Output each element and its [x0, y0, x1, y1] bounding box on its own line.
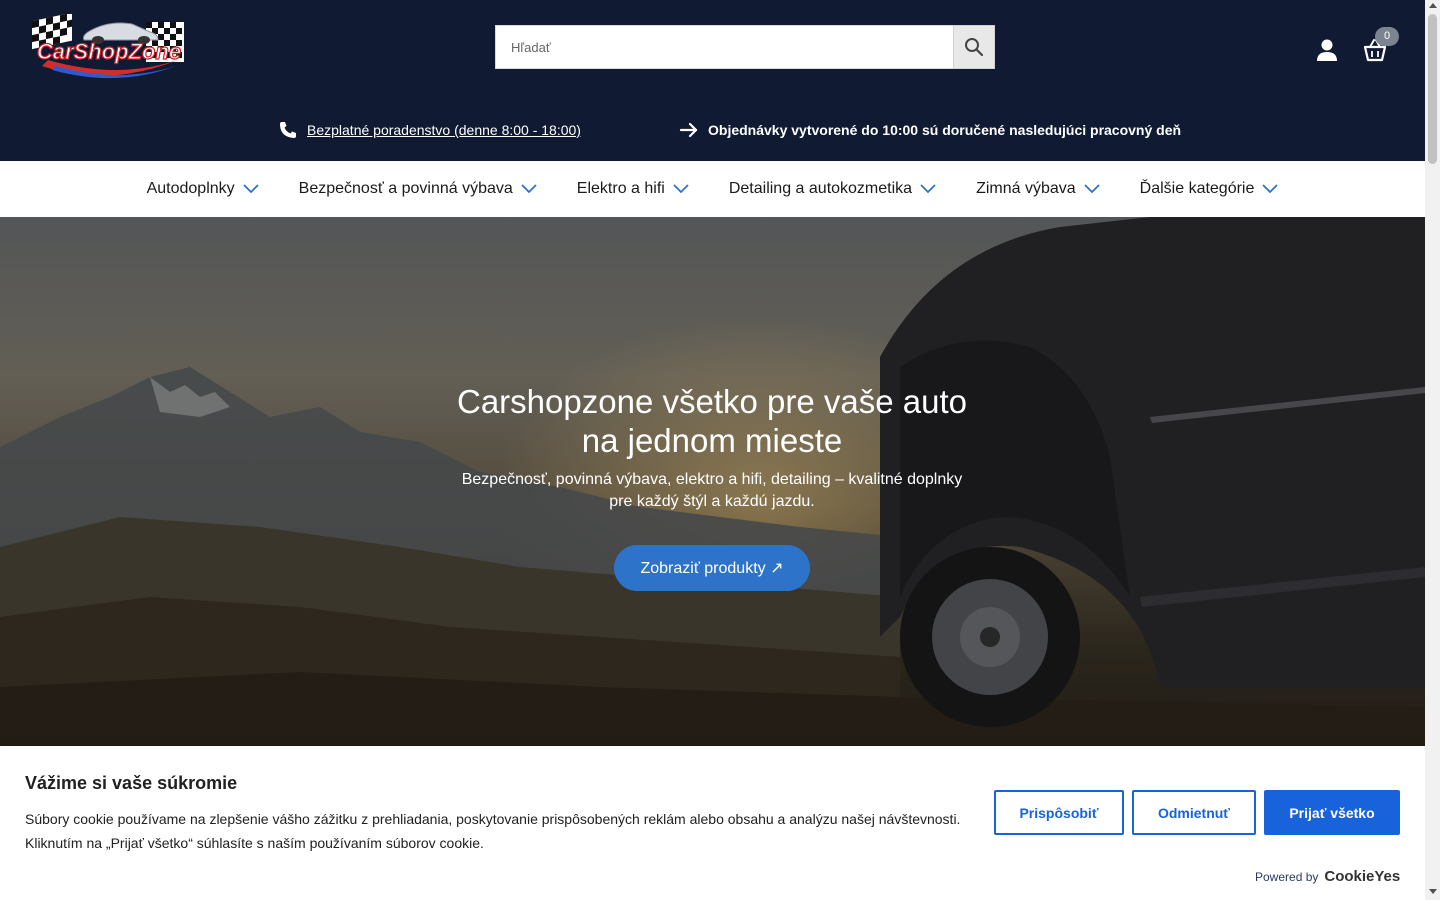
cookie-description: Súbory cookie používame na zlepšenie váš…	[25, 807, 975, 855]
chevron-down-icon	[1262, 184, 1279, 194]
main-nav: Autodoplnky Bezpečnosť a povinná výbava …	[0, 161, 1425, 217]
hero-subtitle: Bezpečnosť, povinná výbava, elektro a hi…	[452, 469, 972, 513]
hero-title-line: Carshopzone všetko pre vaše auto	[457, 383, 967, 420]
nav-item-zimna[interactable]: Zimná výbava	[976, 180, 1100, 198]
hero-banner: Carshopzone všetko pre vaše auto na jedn…	[0, 217, 1425, 746]
nav-item-label: Detailing a autokozmetika	[728, 180, 913, 197]
nav-item-autodoplnky[interactable]: Autodoplnky	[147, 180, 259, 198]
chevron-down-icon	[920, 184, 936, 194]
nav-item-label: Ďalšie kategórie	[1139, 180, 1255, 197]
logo[interactable]: CarShopZone	[28, 12, 190, 86]
nav-item-detailing[interactable]: Detailing a autokozmetika	[729, 180, 936, 198]
advice-info: Bezplatné poradenstvo (denne 8:00 - 18:0…	[277, 118, 581, 142]
nav-item-label: Elektro a hifi	[576, 180, 665, 197]
powered-by: Powered by CookieYes	[1255, 868, 1400, 885]
hero-title: Carshopzone všetko pre vaše auto na jedn…	[412, 382, 1012, 460]
scroll-up-arrow-icon[interactable]	[1428, 3, 1437, 8]
nav-item-bezpecnost[interactable]: Bezpečnosť a povinná výbava	[299, 180, 537, 198]
hero-subtitle-line: Bezpečnosť, povinná výbava, elektro a hi…	[461, 471, 963, 488]
advice-link[interactable]: Bezplatné poradenstvo (denne 8:00 - 18:0…	[307, 122, 581, 138]
scroll-down-arrow-icon[interactable]	[1428, 889, 1437, 894]
account-button[interactable]	[1313, 36, 1341, 64]
cookie-text-line: Súbory cookie používame na zlepšenie váš…	[25, 811, 961, 827]
user-icon	[1317, 39, 1337, 61]
cart-count-badge: 0	[1375, 27, 1399, 46]
logo-graphic: CarShopZone	[32, 12, 184, 79]
cookie-consent-banner: Vážime si vaše súkromie Súbory cookie po…	[0, 746, 1425, 900]
reject-button[interactable]: Odmietnuť	[1132, 790, 1256, 835]
show-products-button[interactable]: Zobraziť produkty ↗	[614, 545, 810, 591]
phone-icon	[277, 119, 299, 141]
search-button[interactable]	[953, 25, 995, 69]
search-bar	[495, 25, 995, 69]
arrow-right-icon	[678, 119, 700, 141]
hero-title-line: na jednom mieste	[581, 422, 843, 459]
accept-all-button[interactable]: Prijať všetko	[1264, 790, 1400, 835]
chevron-down-icon	[243, 184, 259, 194]
powered-by-label: Powered by	[1255, 869, 1319, 884]
site-header: CarShopZone 0 Bezpla	[0, 0, 1425, 161]
scrollbar-thumb[interactable]	[1428, 14, 1437, 164]
customize-button[interactable]: Prispôsobiť	[994, 790, 1124, 835]
page-scrollbar[interactable]	[1425, 0, 1440, 900]
nav-item-label: Autodoplnky	[146, 180, 235, 197]
cookie-title: Vážime si vaše súkromie	[25, 773, 238, 793]
search-icon	[965, 38, 984, 57]
logo-text: CarShopZone	[37, 39, 181, 64]
chevron-down-icon	[521, 184, 537, 194]
nav-item-label: Bezpečnosť a povinná výbava	[298, 180, 513, 197]
delivery-info: Objednávky vytvorené do 10:00 sú doručen…	[678, 118, 1181, 142]
nav-item-elektro[interactable]: Elektro a hifi	[577, 180, 689, 198]
nav-item-dalsie[interactable]: Ďalšie kategórie	[1140, 180, 1279, 198]
cookieyes-logo[interactable]: CookieYes	[1324, 868, 1400, 885]
delivery-text: Objednávky vytvorené do 10:00 sú doručen…	[708, 122, 1182, 138]
hero-subtitle-line: pre každý štýl a každú jazdu.	[609, 493, 815, 510]
chevron-down-icon	[673, 184, 689, 194]
cookie-text-line: Kliknutím na „Prijať všetko“ súhlasíte s…	[25, 835, 484, 851]
search-input[interactable]	[495, 25, 953, 69]
nav-item-label: Zimná výbava	[976, 180, 1076, 197]
chevron-down-icon	[1084, 184, 1100, 194]
